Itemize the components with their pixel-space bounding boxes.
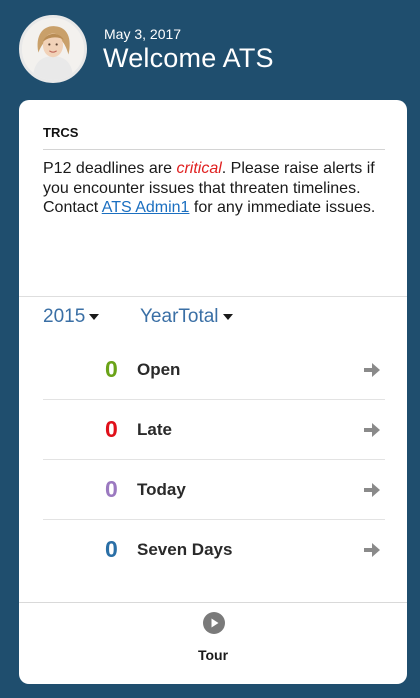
status-label: Open: [137, 360, 181, 379]
status-count: 0: [105, 356, 118, 382]
status-count: 0: [105, 536, 118, 562]
status-row-open[interactable]: 0 Open: [43, 340, 385, 400]
caret-down-icon: [222, 313, 233, 320]
period-value: YearTotal: [140, 306, 219, 327]
play-circle-icon: [203, 612, 225, 634]
status-label: Seven Days: [137, 540, 233, 559]
arrow-right-icon: [364, 423, 380, 437]
welcome-title: Welcome ATS: [103, 43, 274, 73]
status-list: 0 Open 0 Late 0 Today 0 Seven Days: [43, 340, 385, 580]
status-row-seven-days[interactable]: 0 Seven Days: [43, 520, 385, 580]
tour-label: Tour: [197, 647, 229, 663]
footer-divider: [19, 602, 407, 603]
section-title: TRCS: [43, 125, 79, 140]
status-label: Late: [137, 420, 172, 439]
status-row-late[interactable]: 0 Late: [43, 400, 385, 460]
message-prefix: P12 deadlines are: [43, 160, 177, 177]
filter-selectors: 2015 YearTotal: [43, 306, 383, 332]
arrow-right-icon: [364, 543, 380, 557]
dashboard-card: TRCS P12 deadlines are critical. Please …: [19, 100, 407, 684]
caret-down-icon: [89, 313, 100, 320]
year-value: 2015: [43, 306, 86, 327]
user-avatar[interactable]: [19, 15, 87, 83]
year-dropdown[interactable]: 2015: [43, 306, 100, 328]
user-avatar-icon: [22, 18, 84, 80]
announcement-message: P12 deadlines are critical. Please raise…: [43, 159, 388, 218]
arrow-right-icon: [364, 363, 380, 377]
current-date: May 3, 2017: [104, 26, 182, 42]
arrow-right-icon: [364, 483, 380, 497]
section-divider: [19, 296, 407, 297]
status-count: 0: [105, 476, 118, 502]
title-divider: [43, 149, 385, 150]
announcement-section: TRCS P12 deadlines are critical. Please …: [19, 100, 407, 297]
admin-contact-link[interactable]: ATS Admin1: [102, 199, 190, 216]
status-row-today[interactable]: 0 Today: [43, 460, 385, 520]
message-suffix: for any immediate issues.: [189, 199, 376, 216]
tour-button[interactable]: Tour: [163, 612, 263, 668]
period-dropdown[interactable]: YearTotal: [140, 306, 233, 328]
status-label: Today: [137, 480, 186, 499]
message-emphasis: critical: [176, 160, 222, 177]
status-count: 0: [105, 416, 118, 442]
header: May 3, 2017 Welcome ATS: [0, 0, 420, 96]
